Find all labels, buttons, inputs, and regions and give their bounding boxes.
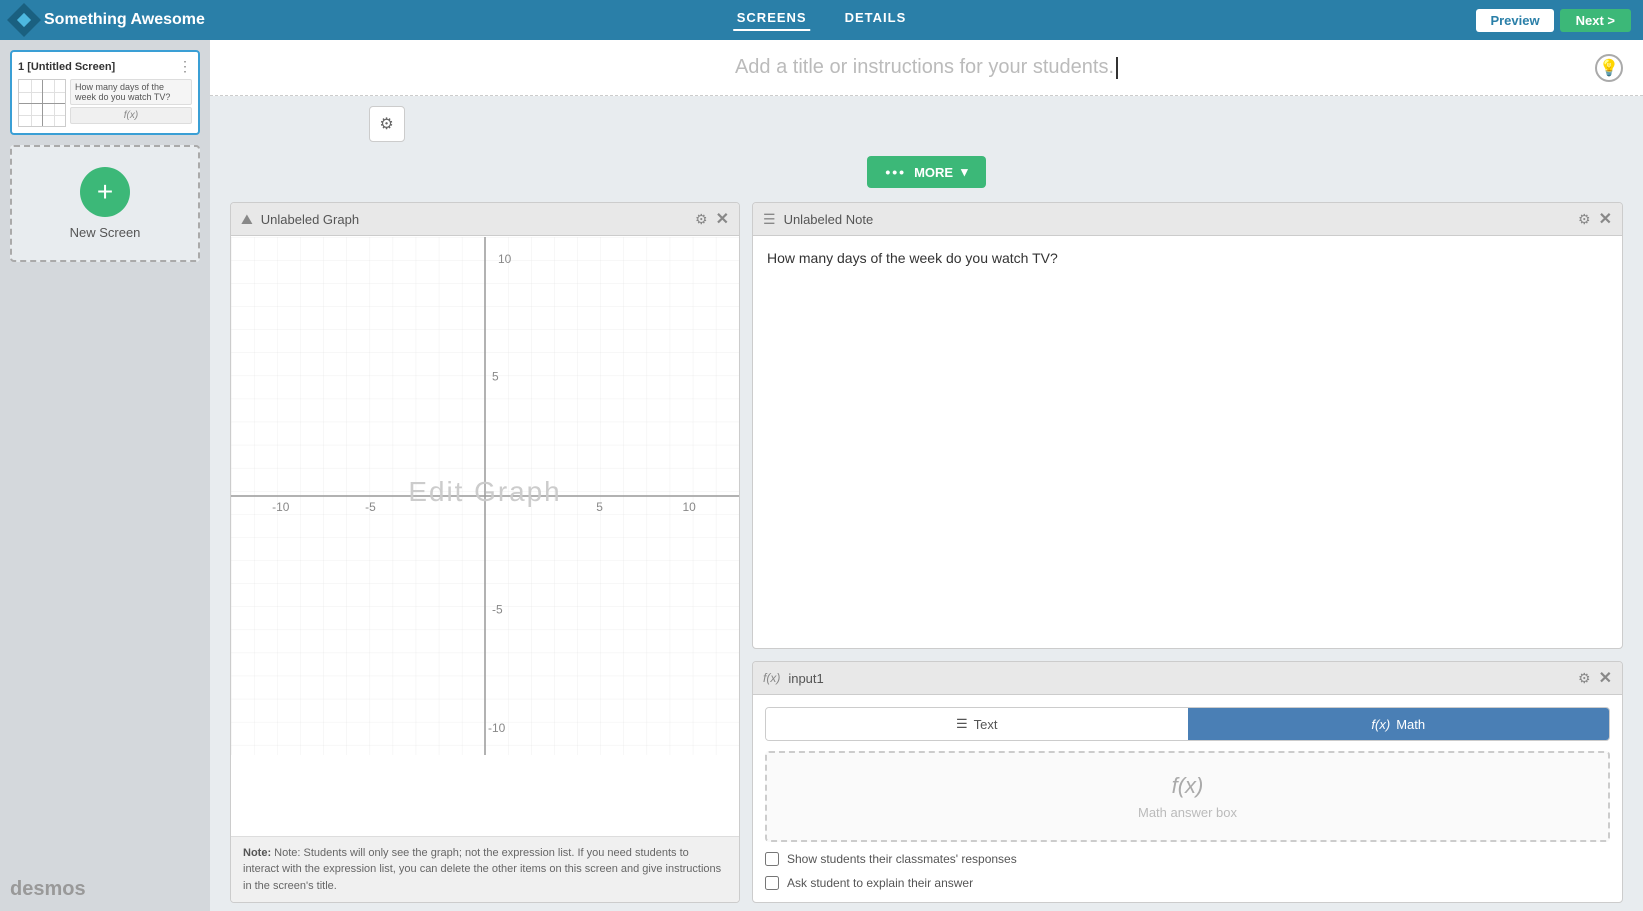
tab-screens[interactable]: SCREENS [733,10,811,31]
nav-right: Preview Next > [1476,9,1631,32]
right-panels: ☰ Unlabeled Note ⚙ ✕ How many days of th… [752,202,1623,903]
input-panel-title: input1 [788,671,823,686]
math-tab[interactable]: f(x) Math [1188,708,1610,740]
note-gear-icon[interactable]: ⚙ [1578,211,1591,228]
input-panel-header-left: f(x) input1 [763,671,824,686]
svg-text:-5: -5 [492,603,503,617]
input-fx-icon: f(x) [763,671,780,685]
note-panel-header-left: ☰ Unlabeled Note [763,211,873,228]
next-button[interactable]: Next > [1560,9,1631,32]
graph-canvas[interactable]: -5 -10 5 10 10 5 -5 -10 Edit Graph [231,236,739,756]
svg-text:5: 5 [492,369,499,383]
svg-text:-10: -10 [488,721,506,735]
hint-icon[interactable]: 💡 [1595,54,1623,82]
input-close-button[interactable]: ✕ [1599,668,1612,688]
math-answer-box: f(x) Math answer box [765,751,1610,842]
input-panel-header-right: ⚙ ✕ [1578,668,1612,688]
note-close-button[interactable]: ✕ [1599,209,1612,229]
math-tab-icon: f(x) [1371,717,1390,732]
graph-note-text: Note: Students will only see the graph; … [243,847,721,892]
more-label: MORE [914,165,953,180]
more-button[interactable]: ••• MORE ▾ [867,156,985,188]
screen-number-label: 1 [Untitled Screen] [18,61,115,73]
app-name: Something Awesome [44,11,205,29]
graph-panel-header: ⛰ Unlabeled Graph ⚙ ✕ [231,203,739,236]
classmates-label: Show students their classmates' response… [787,852,1017,866]
math-box-label: Math answer box [1138,805,1237,820]
graph-gear-icon[interactable]: ⚙ [695,211,708,228]
note-panel-header: ☰ Unlabeled Note ⚙ ✕ [753,203,1622,236]
desmos-label: desmos [10,868,200,901]
top-nav: Something Awesome SCREENS DETAILS Previe… [0,0,1643,40]
screen-card-1[interactable]: 1 [Untitled Screen] ⋮ How many days of t… [10,50,200,135]
input-panel-header: f(x) input1 ⚙ ✕ [753,662,1622,695]
screen-thumb-graph [18,79,66,127]
explain-label: Ask student to explain their answer [787,876,973,890]
graph-note-bold: Note: [243,847,271,859]
graph-panel-header-right: ⚙ ✕ [695,209,729,229]
more-dots-icon: ••• [885,164,906,180]
new-screen-label: New Screen [70,225,141,240]
checkbox-row-1: Show students their classmates' response… [765,852,1610,866]
text-tab-icon: ☰ [956,716,968,732]
screen-thumb: How many days of the week do you watch T… [18,79,192,127]
app-logo: Something Awesome [12,8,205,32]
text-tab-label: Text [974,717,998,732]
graph-body[interactable]: -5 -10 5 10 10 5 -5 -10 Edit Graph [231,236,739,836]
text-tab[interactable]: ☰ Text [766,708,1188,740]
more-btn-row: ••• MORE ▾ [210,146,1643,194]
svg-text:-5: -5 [365,500,376,514]
screen-card-header: 1 [Untitled Screen] ⋮ [18,58,192,75]
input-body: ☰ Text f(x) Math f(x) Math answer box [753,695,1622,902]
more-arrow-icon: ▾ [961,164,968,180]
svg-text:5: 5 [596,500,603,514]
title-placeholder[interactable]: Add a title or instructions for your stu… [735,56,1114,79]
input-gear-icon[interactable]: ⚙ [1578,670,1591,687]
note-icon: ☰ [763,211,776,228]
math-tab-label: Math [1396,717,1425,732]
graph-note: Note: Note: Students will only see the g… [231,836,739,903]
note-content: How many days of the week do you watch T… [767,250,1058,266]
svg-text:10: 10 [498,252,512,266]
main-layout: 1 [Untitled Screen] ⋮ How many days of t… [0,40,1643,911]
graph-panel: ⛰ Unlabeled Graph ⚙ ✕ [230,202,740,903]
logo-diamond-inner [17,13,31,27]
mini-y-axis [42,80,43,126]
note-panel: ☰ Unlabeled Note ⚙ ✕ How many days of th… [752,202,1623,649]
settings-button[interactable]: ⚙ [369,106,405,142]
preview-button[interactable]: Preview [1476,9,1553,32]
input-panel: f(x) input1 ⚙ ✕ ☰ Text [752,661,1623,903]
note-panel-title: Unlabeled Note [784,212,874,227]
explain-checkbox[interactable] [765,876,779,890]
tab-details[interactable]: DETAILS [841,10,911,31]
graph-panel-header-left: ⛰ Unlabeled Graph [241,211,359,228]
classmates-checkbox[interactable] [765,852,779,866]
main-content: Add a title or instructions for your stu… [210,40,1643,911]
math-fx-symbol: f(x) [1172,773,1204,799]
new-screen-card[interactable]: + New Screen [10,145,200,262]
panels-row: ⛰ Unlabeled Graph ⚙ ✕ [210,194,1643,911]
screen-menu-icon[interactable]: ⋮ [178,58,192,75]
new-screen-plus-icon: + [80,167,130,217]
title-bar[interactable]: Add a title or instructions for your stu… [210,40,1643,96]
svg-text:Edit Graph: Edit Graph [408,476,561,507]
left-sidebar: 1 [Untitled Screen] ⋮ How many days of t… [0,40,210,911]
graph-close-button[interactable]: ✕ [716,209,729,229]
note-body: How many days of the week do you watch T… [753,236,1622,280]
screen-thumb-text: How many days of the week do you watch T… [70,79,192,127]
screen-thumb-note: How many days of the week do you watch T… [70,79,192,105]
title-cursor [1116,57,1118,79]
nav-tabs: SCREENS DETAILS [733,10,911,31]
screen-thumb-input: f(x) [70,107,192,124]
note-panel-header-right: ⚙ ✕ [1578,209,1612,229]
checkbox-row-2: Ask student to explain their answer [765,876,1610,890]
graph-icon: ⛰ [241,211,253,228]
graph-panel-title: Unlabeled Graph [261,212,359,227]
svg-text:10: 10 [683,500,697,514]
svg-text:-10: -10 [272,500,290,514]
logo-diamond-icon [7,3,41,37]
input-tabs: ☰ Text f(x) Math [765,707,1610,741]
